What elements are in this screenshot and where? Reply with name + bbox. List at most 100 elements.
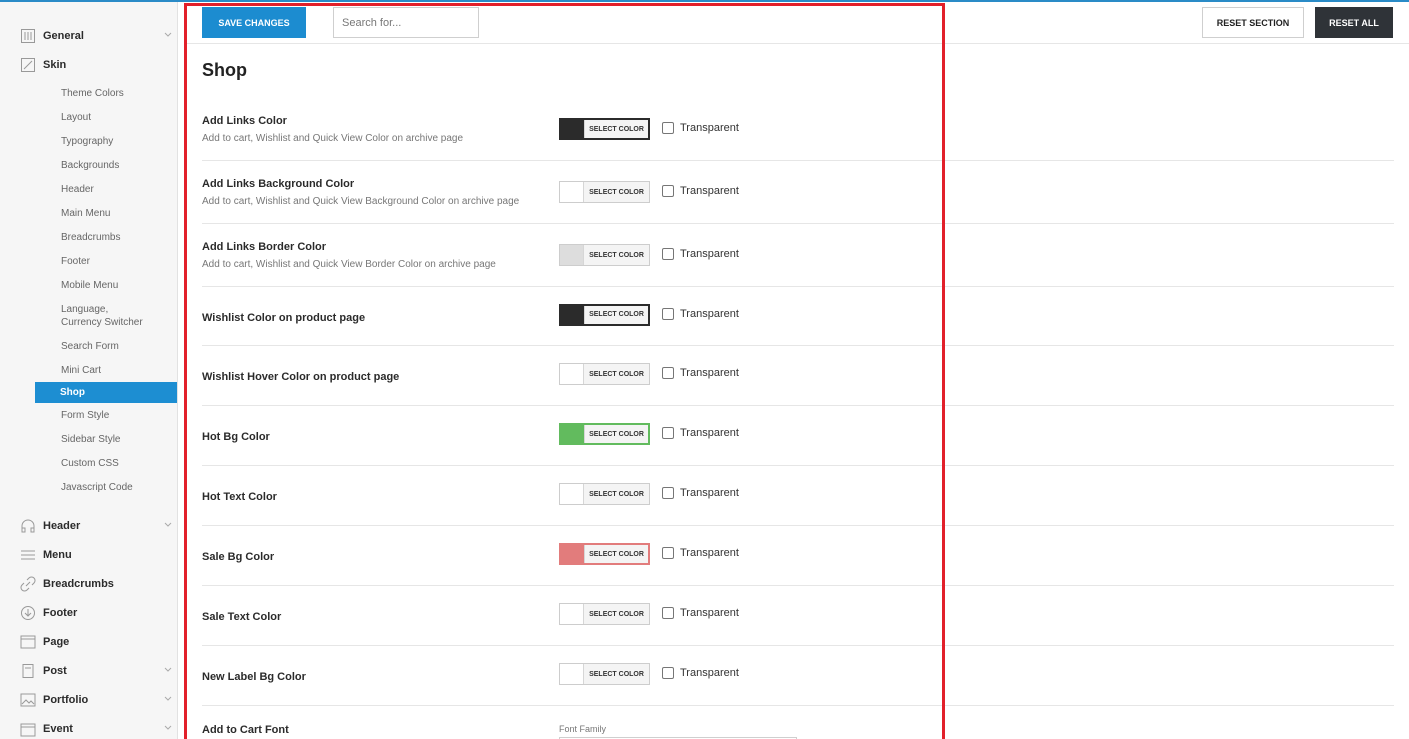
main-content: SAVE CHANGES RESET SECTION RESET ALL Sho…: [185, 2, 1409, 739]
select-color-label: SELECT COLOR: [583, 604, 649, 624]
transparent-label: Transparent: [680, 307, 739, 320]
sidebar-subitem-search-form[interactable]: Search Form: [0, 334, 177, 358]
setting-title: New Label Bg Color: [202, 671, 306, 683]
transparent-checkbox[interactable]: Transparent: [662, 307, 739, 320]
transparent-checkbox[interactable]: Transparent: [662, 547, 739, 559]
chevron-down-icon: [164, 522, 172, 527]
transparent-label: Transparent: [680, 547, 739, 559]
setting-title: Hot Bg Color: [202, 431, 270, 443]
sidebar-item-event[interactable]: Event: [0, 714, 177, 739]
setting-row: Add Links Color Add to cart, Wishlist and…: [202, 98, 1394, 161]
sidebar-subitem-backgrounds[interactable]: Backgrounds: [0, 153, 177, 177]
setting-description: Add to cart, Wishlist and Quick View Col…: [202, 133, 464, 144]
transparent-label: Transparent: [680, 487, 739, 499]
select-color-label: SELECT COLOR: [584, 305, 648, 324]
settings-list: Add Links Color Add to cart, Wishlist and…: [202, 98, 1394, 706]
select-color-button[interactable]: SELECT COLOR: [559, 181, 650, 203]
sidebar-subitem-typography[interactable]: Typography: [0, 129, 177, 153]
select-color-label: SELECT COLOR: [583, 182, 649, 202]
sidebar-item-label: Footer: [43, 606, 78, 619]
sidebar-item-header[interactable]: Header: [0, 511, 177, 540]
select-color-button[interactable]: SELECT COLOR: [559, 244, 650, 266]
transparent-checkbox[interactable]: Transparent: [662, 607, 739, 619]
sidebar-subitem-theme-colors[interactable]: Theme Colors: [0, 81, 177, 105]
general-icon: [20, 28, 36, 44]
headphones-icon: [20, 518, 36, 534]
checkbox-box[interactable]: [662, 307, 674, 320]
reset-all-button[interactable]: RESET ALL: [1315, 7, 1393, 38]
sidebar-subitem-mobile-menu[interactable]: Mobile Menu: [0, 273, 177, 297]
page-title: Shop: [202, 60, 247, 80]
transparent-checkbox[interactable]: Transparent: [662, 427, 739, 439]
image-icon: [20, 692, 36, 708]
sidebar-subitem-language-currency[interactable]: Language, Currency Switcher: [0, 297, 177, 334]
sidebar-item-label: Page: [43, 635, 70, 648]
select-color-button[interactable]: SELECT COLOR: [559, 423, 650, 445]
transparent-checkbox[interactable]: Transparent: [662, 185, 739, 197]
search-input[interactable]: [333, 7, 479, 38]
sidebar-item-menu[interactable]: Menu: [0, 540, 177, 569]
sidebar-item-footer[interactable]: Footer: [0, 598, 177, 627]
color-swatch: [560, 245, 583, 265]
sidebar-item-breadcrumbs[interactable]: Breadcrumbs: [0, 569, 177, 598]
sidebar-item-general[interactable]: General: [0, 21, 177, 50]
setting-row: Wishlist Hover Color on product page SELE…: [202, 346, 1394, 406]
setting-row: Wishlist Color on product page SELECT COL…: [202, 287, 1394, 346]
checkbox-box[interactable]: [662, 248, 674, 260]
checkbox-box[interactable]: [662, 427, 674, 439]
sidebar-subitem-form-style[interactable]: Form Style: [0, 403, 177, 427]
transparent-checkbox[interactable]: Transparent: [662, 667, 739, 679]
select-color-button[interactable]: SELECT COLOR: [559, 603, 650, 625]
checkbox-box[interactable]: [662, 547, 674, 559]
sidebar-item-label: Post: [43, 664, 67, 677]
setting-row: Hot Bg Color SELECT COLOR Transparent: [202, 406, 1394, 466]
sidebar-item-label: Header: [43, 519, 81, 532]
transparent-checkbox[interactable]: Transparent: [662, 248, 739, 260]
setting-row: Hot Text Color SELECT COLOR Transparent: [202, 466, 1394, 526]
setting-title: Add to Cart Font: [202, 724, 289, 736]
checkbox-box[interactable]: [662, 367, 674, 379]
select-color-button[interactable]: SELECT COLOR: [559, 118, 650, 140]
checkbox-box[interactable]: [662, 185, 674, 197]
setting-title: Add Links Border Color: [202, 241, 327, 253]
download-circle-icon: [20, 605, 36, 621]
setting-title: Sale Bg Color: [202, 551, 275, 563]
color-swatch: [560, 182, 583, 202]
sidebar-subitem-shop[interactable]: Shop: [35, 382, 177, 403]
checkbox-box[interactable]: [662, 122, 674, 134]
page-icon: [20, 634, 36, 650]
transparent-label: Transparent: [680, 367, 739, 379]
sidebar-subitem-mini-cart[interactable]: Mini Cart: [0, 358, 177, 382]
sidebar-subitem-footer[interactable]: Footer: [0, 249, 177, 273]
setting-row: Sale Bg Color SELECT COLOR Transparent: [202, 526, 1394, 586]
sidebar-subitem-breadcrumbs[interactable]: Breadcrumbs: [0, 225, 177, 249]
select-color-label: SELECT COLOR: [583, 484, 649, 504]
sidebar-subitem-javascript-code[interactable]: Javascript Code: [0, 475, 177, 499]
sidebar-subitem-main-menu[interactable]: Main Menu: [0, 201, 177, 225]
sidebar-subitem-layout[interactable]: Layout: [0, 105, 177, 129]
sidebar-item-label: Event: [43, 722, 73, 735]
transparent-checkbox[interactable]: Transparent: [662, 487, 739, 499]
chevron-down-icon: [164, 667, 172, 672]
checkbox-box[interactable]: [662, 487, 674, 499]
checkbox-box[interactable]: [662, 607, 674, 619]
select-color-button[interactable]: SELECT COLOR: [559, 483, 650, 505]
sidebar-item-portfolio[interactable]: Portfolio: [0, 685, 177, 714]
select-color-button[interactable]: SELECT COLOR: [559, 663, 650, 685]
sidebar-item-page[interactable]: Page: [0, 627, 177, 656]
chevron-down-icon: [164, 725, 172, 730]
sidebar-item-skin[interactable]: Skin: [0, 50, 177, 79]
select-color-button[interactable]: SELECT COLOR: [559, 543, 650, 565]
sidebar-subitem-header[interactable]: Header: [0, 177, 177, 201]
select-color-button[interactable]: SELECT COLOR: [559, 303, 650, 326]
checkbox-box[interactable]: [662, 667, 674, 679]
chevron-down-icon: [164, 696, 172, 701]
reset-section-button[interactable]: RESET SECTION: [1202, 7, 1304, 38]
sidebar-subitem-sidebar-style[interactable]: Sidebar Style: [0, 427, 177, 451]
transparent-checkbox[interactable]: Transparent: [662, 367, 739, 379]
sidebar-item-post[interactable]: Post: [0, 656, 177, 685]
transparent-checkbox[interactable]: Transparent: [662, 122, 739, 134]
save-changes-button[interactable]: SAVE CHANGES: [202, 7, 306, 38]
sidebar-subitem-custom-css[interactable]: Custom CSS: [0, 451, 177, 475]
select-color-button[interactable]: SELECT COLOR: [559, 363, 650, 385]
